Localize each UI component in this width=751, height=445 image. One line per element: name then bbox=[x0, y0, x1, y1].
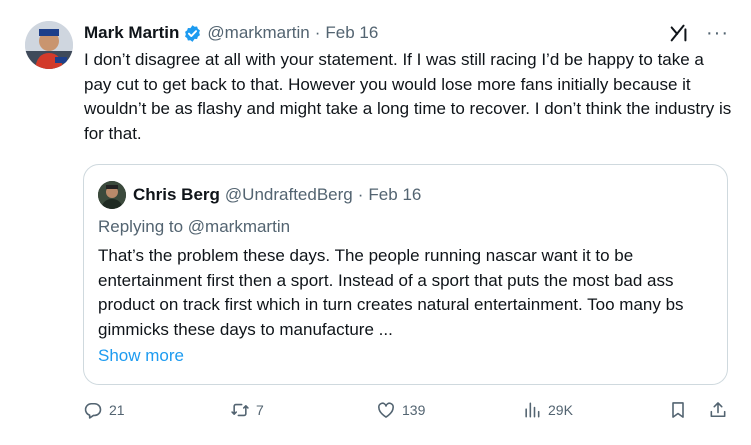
reply-count: 21 bbox=[109, 402, 125, 418]
author-avatar[interactable] bbox=[25, 21, 73, 69]
quote-meta-separator: · bbox=[357, 185, 364, 204]
replying-to: Replying to @markmartin bbox=[98, 217, 290, 237]
more-icon[interactable]: ··· bbox=[706, 23, 729, 43]
like-button[interactable]: 139 bbox=[376, 400, 425, 420]
author-name[interactable]: Mark Martin bbox=[84, 23, 179, 43]
quote-author-name[interactable]: Chris Berg bbox=[133, 185, 220, 205]
quote-author-handle[interactable]: @UndraftedBerg bbox=[225, 185, 353, 205]
views-count: 29K bbox=[548, 402, 573, 418]
repost-button[interactable]: 7 bbox=[230, 400, 264, 420]
tweet-date[interactable]: Feb 16 bbox=[325, 23, 378, 43]
verified-badge-icon bbox=[183, 24, 202, 43]
grok-icon[interactable] bbox=[668, 22, 690, 44]
show-more-link[interactable]: Show more bbox=[98, 346, 184, 366]
author-handle[interactable]: @markmartin bbox=[207, 23, 309, 43]
views-button[interactable]: 29K bbox=[522, 400, 573, 420]
replying-handle[interactable]: @markmartin bbox=[188, 217, 290, 236]
meta-separator: · bbox=[314, 23, 321, 42]
bookmark-icon bbox=[672, 402, 684, 418]
tweet-text: I don’t disagree at all with your statem… bbox=[84, 50, 732, 143]
share-button[interactable] bbox=[708, 400, 728, 420]
tweet-top-icons: ··· bbox=[668, 22, 729, 44]
quote-author-avatar[interactable] bbox=[98, 181, 126, 209]
reply-button[interactable]: 21 bbox=[83, 400, 125, 420]
repost-icon bbox=[231, 403, 249, 417]
quote-text: That’s the problem these days. The peopl… bbox=[98, 246, 684, 339]
quote-header: Chris Berg @UndraftedBerg · Feb 16 bbox=[98, 181, 421, 209]
tweet-header: Mark Martin @markmartin · Feb 16 bbox=[84, 22, 378, 44]
repost-count: 7 bbox=[256, 402, 264, 418]
replying-prefix: Replying to bbox=[98, 217, 188, 236]
like-icon bbox=[378, 402, 394, 418]
share-icon bbox=[710, 402, 726, 418]
quoted-tweet[interactable]: Chris Berg @UndraftedBerg · Feb 16 Reply… bbox=[83, 164, 728, 385]
reply-icon bbox=[84, 402, 102, 419]
views-icon bbox=[525, 402, 540, 418]
bookmark-button[interactable] bbox=[668, 400, 688, 420]
action-bar: 21 7 139 29K bbox=[0, 400, 751, 426]
like-count: 139 bbox=[402, 402, 426, 418]
quote-date[interactable]: Feb 16 bbox=[368, 185, 421, 205]
